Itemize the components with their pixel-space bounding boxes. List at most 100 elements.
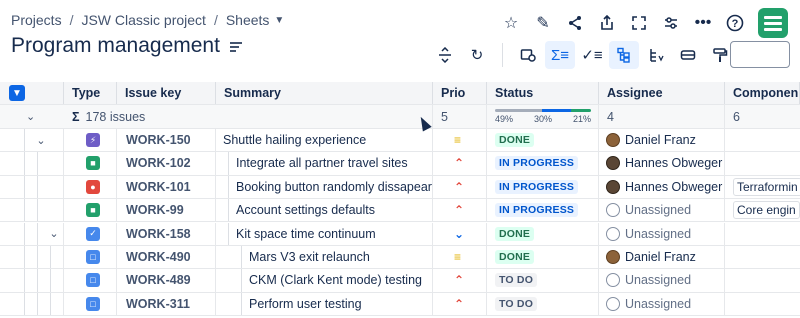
checklist-icon[interactable]: ✓≡ bbox=[577, 41, 607, 69]
component-cell[interactable] bbox=[725, 269, 800, 291]
assignee-cell[interactable]: Hannes Obweger bbox=[599, 175, 725, 198]
summary-indent-rail bbox=[228, 222, 229, 245]
component-cell[interactable] bbox=[725, 293, 800, 315]
unassigned-avatar-icon bbox=[606, 203, 620, 218]
title-menu-icon[interactable] bbox=[229, 42, 242, 52]
status-cell[interactable]: TO DO bbox=[487, 269, 599, 292]
assignee-cell[interactable]: Unassigned bbox=[599, 292, 725, 315]
breadcrumb-sheets[interactable]: Sheets bbox=[226, 12, 270, 28]
column-header-prio[interactable]: Prio bbox=[433, 82, 487, 104]
issue-key[interactable]: WORK-490 bbox=[117, 246, 216, 269]
more-icon[interactable]: ••• bbox=[690, 10, 716, 36]
priority-cell[interactable]: ⌃ bbox=[433, 269, 487, 292]
status-cell[interactable]: IN PROGRESS bbox=[487, 175, 599, 198]
hierarchy-icon[interactable] bbox=[609, 41, 639, 69]
table-row[interactable]: □ WORK-490 Mars V3 exit relaunch ≡ DONE Danie… bbox=[0, 246, 800, 270]
column-header-assignee[interactable]: Assignee bbox=[599, 82, 725, 104]
fullscreen-icon[interactable] bbox=[626, 10, 652, 36]
component-cell[interactable] bbox=[725, 246, 800, 268]
assignee-cell[interactable]: Hannes Obweger bbox=[599, 152, 725, 175]
assignee-cell[interactable]: Daniel Franz bbox=[599, 129, 725, 152]
status-cell[interactable]: IN PROGRESS bbox=[487, 199, 599, 222]
priority-cell[interactable]: ≡ bbox=[433, 129, 487, 152]
chevron-down-icon[interactable]: ▼ bbox=[274, 15, 284, 26]
issue-summary[interactable]: Booking button randomly dissapears bbox=[216, 175, 433, 198]
priority-cell[interactable]: ⌃ bbox=[433, 199, 487, 222]
filter-icon[interactable]: ▼ bbox=[9, 85, 25, 101]
issue-summary[interactable]: Perform user testing bbox=[216, 292, 433, 315]
component-cell[interactable]: Terraformin bbox=[725, 176, 800, 198]
toolbar: ↻ Σ≡ ✓≡ bbox=[430, 40, 735, 70]
expand-chevron-icon[interactable]: ⌄ bbox=[44, 223, 63, 245]
assignee-cell[interactable]: Unassigned bbox=[599, 269, 725, 292]
assignee-cell[interactable]: Unassigned bbox=[599, 199, 725, 222]
status-cell[interactable]: DONE bbox=[487, 222, 599, 245]
highest-priority-icon: ⌃ bbox=[454, 296, 465, 311]
column-header-status[interactable]: Status bbox=[487, 82, 599, 104]
summary-text: CKM (Clark Kent mode) testing bbox=[249, 273, 422, 288]
breadcrumb-project[interactable]: JSW Classic project bbox=[81, 12, 205, 28]
star-icon[interactable]: ☆ bbox=[498, 10, 524, 36]
status-cell[interactable]: DONE bbox=[487, 129, 599, 152]
expand-chevron-icon[interactable]: ⌄ bbox=[31, 129, 51, 151]
issue-key[interactable]: WORK-489 bbox=[117, 269, 216, 292]
chevron-down-icon[interactable]: ⌄ bbox=[26, 110, 35, 123]
status-cell[interactable]: IN PROGRESS bbox=[487, 152, 599, 175]
row-height-icon[interactable] bbox=[430, 41, 460, 69]
issue-summary[interactable]: Account settings defaults bbox=[216, 199, 433, 222]
assignee-cell[interactable]: Daniel Franz bbox=[599, 246, 725, 269]
tree-sort-icon[interactable] bbox=[641, 41, 671, 69]
table-row[interactable]: □ WORK-489 CKM (Clark Kent mode) testing ⌃ T… bbox=[0, 269, 800, 293]
summary-issues: Σ 178 issues bbox=[64, 105, 433, 128]
component-cell[interactable] bbox=[725, 129, 800, 151]
issue-key[interactable]: WORK-311 bbox=[117, 292, 216, 315]
share-icon[interactable] bbox=[562, 10, 588, 36]
status-lozenge: IN PROGRESS bbox=[495, 156, 579, 171]
issue-key[interactable]: WORK-158 bbox=[117, 222, 216, 245]
priority-cell[interactable]: ⌄ bbox=[433, 222, 487, 245]
priority-cell[interactable]: ⌃ bbox=[433, 152, 487, 175]
issue-summary[interactable]: CKM (Clark Kent mode) testing bbox=[216, 269, 433, 292]
breadcrumb-projects[interactable]: Projects bbox=[11, 12, 62, 28]
issue-summary[interactable]: Integrate all partner travel sites bbox=[216, 152, 433, 175]
search-input[interactable] bbox=[730, 41, 790, 68]
assignee-cell[interactable]: Unassigned bbox=[599, 222, 725, 245]
status-cell[interactable]: TO DO bbox=[487, 292, 599, 315]
issue-key[interactable]: WORK-150 bbox=[117, 129, 216, 152]
column-header-type[interactable]: Type bbox=[64, 82, 117, 104]
issue-summary[interactable]: Kit space time continuum bbox=[216, 222, 433, 245]
card-view-icon[interactable] bbox=[673, 41, 703, 69]
summary-toggle[interactable]: ⌄ bbox=[0, 105, 64, 128]
priority-cell[interactable]: ≡ bbox=[433, 246, 487, 269]
column-header-components[interactable]: Componen bbox=[725, 82, 800, 104]
status-cell[interactable]: DONE bbox=[487, 246, 599, 269]
table-row[interactable]: ⌄ ⚡ WORK-150 Shuttle hailing experience ≡ DON… bbox=[0, 129, 800, 153]
table-row[interactable]: ■ WORK-102 Integrate all partner travel si… bbox=[0, 152, 800, 176]
priority-cell[interactable]: ⌃ bbox=[433, 175, 487, 198]
component-cell[interactable] bbox=[725, 223, 800, 245]
issue-summary[interactable]: Mars V3 exit relaunch bbox=[216, 246, 433, 269]
column-header-key[interactable]: Issue key bbox=[117, 82, 216, 104]
saved-views-icon[interactable] bbox=[513, 41, 543, 69]
help-icon[interactable]: ? bbox=[722, 10, 748, 36]
component-cell[interactable] bbox=[725, 152, 800, 174]
app-logo-icon[interactable] bbox=[758, 8, 788, 38]
lowest-priority-icon: ⌄ bbox=[454, 226, 465, 241]
table-row[interactable]: □ WORK-311 Perform user testing ⌃ TO DO Unass… bbox=[0, 292, 800, 316]
summary-prio: 5 bbox=[433, 105, 487, 128]
column-header-summary[interactable]: Summary bbox=[216, 82, 433, 104]
component-cell[interactable]: Core engin bbox=[725, 199, 800, 221]
refresh-icon[interactable]: ↻ bbox=[462, 41, 492, 69]
sum-totals-icon[interactable]: Σ≡ bbox=[545, 41, 575, 69]
table-row[interactable]: ■ WORK-99 Account settings defaults ⌃ IN PRO… bbox=[0, 199, 800, 223]
table-row[interactable]: ● WORK-101 Booking button randomly dissape… bbox=[0, 175, 800, 199]
issue-summary[interactable]: Shuttle hailing experience bbox=[216, 129, 433, 152]
issue-key[interactable]: WORK-99 bbox=[117, 199, 216, 222]
priority-cell[interactable]: ⌃ bbox=[433, 292, 487, 315]
settings-sliders-icon[interactable] bbox=[658, 10, 684, 36]
edit-icon[interactable]: ✎ bbox=[530, 10, 556, 36]
issue-key[interactable]: WORK-101 bbox=[117, 175, 216, 198]
issue-key[interactable]: WORK-102 bbox=[117, 152, 216, 175]
export-icon[interactable] bbox=[594, 10, 620, 36]
table-row[interactable]: ⌄ ✓ WORK-158 Kit space time continuum ⌄ DONE U… bbox=[0, 222, 800, 246]
